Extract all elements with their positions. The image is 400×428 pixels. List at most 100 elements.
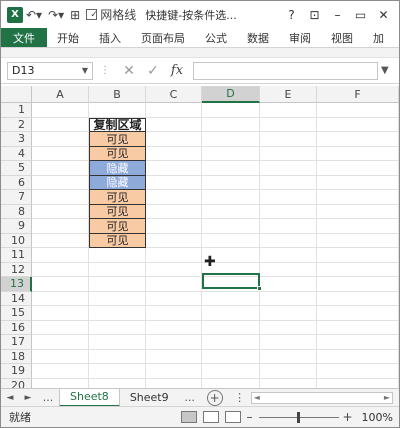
cell-cursor-icon: ✚: [204, 254, 216, 270]
column-header-c[interactable]: C: [146, 86, 202, 103]
horizontal-scrollbar[interactable]: ◄ ►: [250, 391, 393, 404]
normal-view-icon[interactable]: [180, 411, 197, 423]
close-button[interactable]: ✕: [372, 8, 395, 22]
row-header-16[interactable]: 16: [1, 320, 32, 335]
column-header-a[interactable]: A: [32, 86, 89, 103]
tab-formulas[interactable]: 公式: [195, 28, 237, 47]
page-break-view-icon[interactable]: [224, 411, 241, 423]
column-header-b[interactable]: B: [89, 86, 146, 103]
row-header-15[interactable]: 15: [1, 306, 32, 321]
insert-function-icon[interactable]: fx: [165, 63, 189, 78]
active-cell-d13[interactable]: [202, 273, 260, 289]
zoom-in-button[interactable]: +: [342, 410, 354, 424]
enter-icon[interactable]: ✓: [141, 63, 165, 79]
ribbon-tabs: 文件 开始 插入 页面布局 公式 数据 审阅 视图 加: [1, 28, 399, 48]
gridline: [32, 377, 399, 379]
gridline: [32, 160, 399, 161]
quick-access-toolbar: ↶▾ ↷▾ ⊞ ✓ 网格线: [23, 1, 139, 28]
zoom-out-button[interactable]: –: [244, 410, 256, 424]
row-header-14[interactable]: 14: [1, 291, 32, 306]
page-layout-view-icon[interactable]: [202, 411, 219, 423]
formula-input[interactable]: [193, 61, 378, 80]
add-sheet-icon[interactable]: +: [206, 389, 223, 406]
gridline: [32, 319, 399, 321]
status-ready: 就绪: [9, 411, 31, 424]
fill-handle[interactable]: [257, 286, 262, 291]
row-header-17[interactable]: 17: [1, 335, 32, 350]
row-header-19[interactable]: 19: [1, 364, 32, 379]
select-all-corner[interactable]: [1, 86, 32, 103]
checkbox-checked-icon: ✓: [86, 9, 98, 20]
column-header-f[interactable]: F: [317, 86, 399, 103]
row-header-6[interactable]: 6: [1, 175, 32, 190]
tab-home[interactable]: 开始: [47, 28, 89, 47]
scroll-right-icon[interactable]: ►: [384, 393, 390, 402]
tab-page-layout[interactable]: 页面布局: [131, 28, 195, 47]
sheet-tab-sheet9[interactable]: Sheet9: [120, 389, 179, 407]
tab-data[interactable]: 数据: [237, 28, 279, 47]
tab-insert[interactable]: 插入: [89, 28, 131, 47]
minimize-button[interactable]: –: [326, 8, 349, 22]
gridlines-toggle[interactable]: ✓ 网格线: [83, 6, 139, 23]
border-grid-icon[interactable]: ⊞: [67, 8, 83, 22]
cell-b10-visible[interactable]: 可见: [89, 233, 146, 248]
gridline: [32, 305, 399, 306]
tab-split-handle[interactable]: ⋮: [229, 391, 251, 404]
gridline: [32, 131, 399, 132]
row-header-12[interactable]: 12: [1, 262, 32, 277]
row-header-20[interactable]: 20: [1, 378, 32, 388]
restore-button[interactable]: ▭: [349, 8, 372, 22]
help-button[interactable]: ?: [280, 8, 303, 22]
row-header-9[interactable]: 9: [1, 219, 32, 234]
zoom-slider[interactable]: [258, 411, 339, 423]
row-header-8[interactable]: 8: [1, 204, 32, 219]
row-header-11[interactable]: 11: [1, 248, 32, 263]
chevron-down-icon[interactable]: ▼: [82, 66, 88, 75]
cancel-icon[interactable]: ✕: [117, 63, 141, 79]
ribbon-collapsed-band: [1, 48, 399, 58]
tab-review[interactable]: 审阅: [279, 28, 321, 47]
row-header-1[interactable]: 1: [1, 103, 32, 118]
prev-sheet-icon[interactable]: ◄: [1, 393, 19, 403]
sheet-tab-sheet8[interactable]: Sheet8: [59, 388, 120, 407]
ribbon-display-icon[interactable]: ⊡: [303, 8, 326, 22]
gridline: [32, 232, 399, 234]
gridline: [32, 145, 399, 147]
row-header-7[interactable]: 7: [1, 190, 32, 205]
zoom-level[interactable]: 100%: [362, 411, 393, 424]
row-header-13[interactable]: 13: [1, 277, 32, 292]
name-box[interactable]: D13 ▼: [7, 61, 93, 80]
redo-icon[interactable]: ↷▾: [45, 8, 67, 22]
status-bar: 就绪 – + 100%: [1, 406, 399, 427]
row-header-2[interactable]: 2: [1, 117, 32, 132]
excel-window: X ↶▾ ↷▾ ⊞ ✓ 网格线 快捷键-按条件选... ? ⊡ – ▭ ✕ 文件…: [0, 0, 400, 428]
gridline: [32, 218, 399, 219]
tab-file[interactable]: 文件: [1, 28, 47, 47]
scroll-left-icon[interactable]: ◄: [254, 393, 260, 402]
formula-bar: D13 ▼ ⋮ ✕ ✓ fx ▼: [1, 58, 399, 84]
more-options-icon[interactable]: ⋮: [93, 65, 117, 76]
title-bar: X ↶▾ ↷▾ ⊞ ✓ 网格线 快捷键-按条件选... ? ⊡ – ▭ ✕: [1, 1, 399, 28]
row-header-10[interactable]: 10: [1, 233, 32, 248]
more-sheets-right[interactable]: ...: [179, 391, 201, 404]
gridline: [32, 203, 399, 205]
row-header-3[interactable]: 3: [1, 132, 32, 147]
undo-icon[interactable]: ↶▾: [23, 8, 45, 22]
more-sheets-left[interactable]: ...: [37, 391, 59, 404]
expand-formula-icon[interactable]: ▼: [381, 65, 395, 76]
sheet-tab-bar: ◄ ► ... Sheet8 Sheet9 ... + ⋮ ◄ ►: [1, 388, 399, 407]
row-header-4[interactable]: 4: [1, 146, 32, 161]
gridline: [32, 334, 399, 335]
next-sheet-icon[interactable]: ►: [19, 393, 37, 403]
gridline: [32, 189, 399, 190]
gridline: [32, 174, 399, 176]
column-header-e[interactable]: E: [260, 86, 317, 103]
column-header-d[interactable]: D: [202, 86, 260, 103]
row-header-18[interactable]: 18: [1, 349, 32, 364]
tab-addins[interactable]: 加: [363, 28, 394, 47]
tab-view[interactable]: 视图: [321, 28, 363, 47]
worksheet-grid[interactable]: ABCDEF 1 2 3 4 5 6 7 8 9 10 11 12 13 14 15 16 17 18 19 20 复…: [1, 86, 399, 388]
zoom-slider-thumb[interactable]: [297, 411, 301, 423]
gridline: [32, 348, 399, 350]
row-header-5[interactable]: 5: [1, 161, 32, 176]
